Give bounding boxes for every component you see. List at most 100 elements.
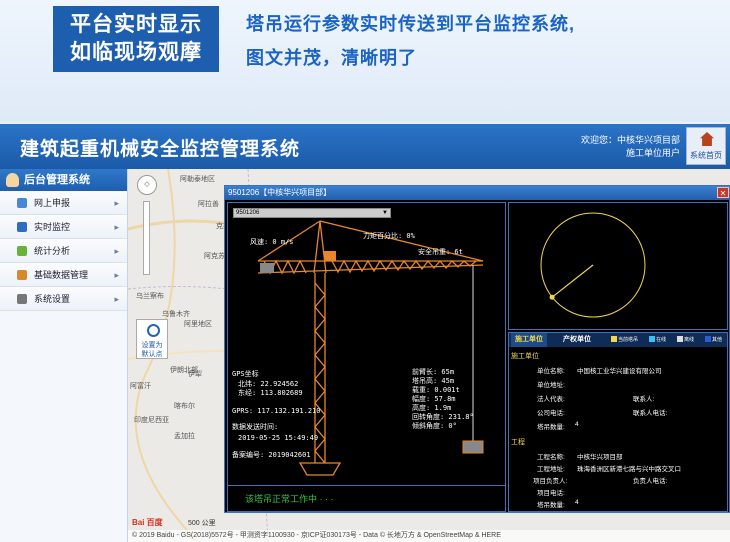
home-icon — [700, 132, 714, 146]
send-time-label: 数据发送时间: — [232, 423, 279, 431]
map-label: 喀布尔 — [174, 403, 195, 410]
gear-icon — [17, 294, 27, 304]
unit-name: 中国核工业华兴建设有限公司 — [577, 368, 662, 375]
set-default-label: 设置为 默认点 — [141, 342, 163, 358]
safe-load: 安全吊重: 6t — [418, 248, 463, 256]
tilt-angle: 倾斜角度: 0° — [412, 422, 457, 430]
sidebar-item-label: 系统设置 — [34, 294, 71, 304]
sidebar-item-0[interactable]: 网上申报 ▸ — [0, 191, 127, 215]
crane-count2-label: 塔吊数量: — [537, 502, 565, 509]
crane-count: 4 — [575, 421, 579, 428]
crane-visual-pane: 9501206 ▼ 风速: 0 m/s 力矩百分比: 0% 安全吊重: 6t G… — [227, 202, 506, 512]
tab-construction[interactable]: 施工单位 — [511, 333, 547, 347]
map-scale: 500 公里 — [188, 520, 216, 527]
project-lead-label: 项目负责人: — [533, 478, 568, 485]
promo-banner: 平台实时显示 如临现场观摩 塔吊运行参数实时传送到平台监控系统, 图文并茂，清晰… — [0, 0, 730, 122]
map-label: 阿勒泰地区 — [180, 176, 215, 183]
database-icon — [17, 270, 27, 280]
map-label: 孟加拉 — [174, 433, 195, 440]
project-address-label: 工程地址: — [537, 466, 565, 473]
promo-highlight-box: 平台实时显示 如临现场观摩 — [53, 6, 219, 72]
app-titlebar: 建筑起重机械安全监控管理系统 欢迎您：中核华兴项目部 施工单位用户 系统首页 — [0, 124, 730, 169]
sidebar-item-3[interactable]: 基础数据管理 ▸ — [0, 263, 127, 287]
chevron-right-icon: ▸ — [114, 222, 119, 232]
radar-display — [540, 212, 646, 318]
app-window: 建筑起重机械安全监控管理系统 欢迎您：中核华兴项目部 施工单位用户 系统首页 后… — [0, 124, 730, 542]
record-number: 备案编号: 2019042601 — [232, 451, 311, 459]
company-phone-label: 公司电话: — [537, 410, 565, 417]
target-icon — [147, 324, 160, 337]
dialog-titlebar: 9501206【中核华兴项目部】 ✕ — [225, 186, 730, 200]
info-pane: 施工单位 产权单位 当前塔吊 在线 离线 其他 施工单位 单位名称: 中国核工业华兴建… — [508, 332, 728, 512]
section-construction: 施工单位 — [511, 353, 539, 360]
crane-monitor-dialog: 9501206【中核华兴项目部】 ✕ 9501206 ▼ 风速: 0 m/s 力… — [224, 185, 730, 513]
welcome-text: 欢迎您：中核华兴项目部 — [580, 135, 680, 145]
map-label: 阿富汗 — [130, 383, 151, 390]
home-button[interactable]: 系统首页 — [686, 127, 726, 165]
dialog-title: 9501206【中核华兴项目部】 — [228, 188, 332, 197]
legend-item: 当前塔吊 — [611, 336, 638, 344]
radar-pane — [508, 202, 728, 330]
legend-swatch — [611, 336, 617, 342]
map-label: 阿里地区 — [184, 321, 212, 328]
sidebar-header: 后台管理系统 — [0, 169, 127, 191]
sidebar-item-label: 基础数据管理 — [34, 270, 89, 280]
gps-lon: 东经: 113.802689 — [238, 389, 303, 397]
legend-label: 离线 — [684, 337, 695, 343]
legend-swatch — [677, 336, 683, 342]
crane-count2: 4 — [575, 499, 579, 506]
chevron-right-icon: ▸ — [114, 246, 119, 256]
chart-icon — [17, 246, 27, 256]
map-label: 伊朗北部 — [170, 367, 198, 374]
chevron-right-icon: ▸ — [114, 294, 119, 304]
legend-swatch — [649, 336, 655, 342]
app-title: 建筑起重机械安全监控管理系统 — [20, 139, 301, 160]
legend-item: 其他 — [705, 336, 722, 344]
baidu-logo: Bai 百度 — [132, 518, 163, 527]
map-pan-control[interactable]: ◇ — [137, 175, 157, 195]
promo-box-line2: 如临现场观摩 — [70, 41, 202, 64]
crane-status: 该塔吊正常工作中 · · · — [228, 485, 505, 511]
tab-property[interactable]: 产权单位 — [559, 333, 595, 347]
user-info: 欢迎您：中核华兴项目部 施工单位用户 — [581, 134, 680, 160]
monitor-icon — [17, 222, 27, 232]
gprs-ip: GPRS: 117.132.191.210 — [232, 407, 321, 415]
map-label: 印度尼西亚 — [134, 417, 169, 424]
home-label: 系统首页 — [690, 151, 722, 160]
radar-tip — [549, 294, 555, 300]
map-label: 阿克苏 — [204, 253, 225, 260]
sidebar-item-label: 统计分析 — [34, 246, 71, 256]
sidebar-item-1[interactable]: 实时监控 ▸ — [0, 215, 127, 239]
radar-arm — [551, 264, 594, 298]
promo-line1: 塔吊运行参数实时传送到平台监控系统, — [246, 14, 575, 34]
legend-swatch — [705, 336, 711, 342]
document-icon — [17, 198, 27, 208]
sidebar-item-label: 网上申报 — [34, 198, 71, 208]
crane-count-label: 塔吊数量: — [537, 424, 565, 431]
wind-speed: 风速: 0 m/s — [250, 238, 294, 246]
legal-rep-label: 法人代表: — [537, 396, 565, 403]
unit-address-label: 单位地址: — [537, 382, 565, 389]
section-project: 工程 — [511, 439, 525, 446]
user-role: 施工单位用户 — [625, 148, 680, 158]
unit-name-label: 单位名称: — [537, 368, 565, 375]
sidebar-item-4[interactable]: 系统设置 ▸ — [0, 287, 127, 311]
close-button[interactable]: ✕ — [717, 187, 729, 198]
info-tabs: 施工单位 产权单位 当前塔吊 在线 离线 其他 — [509, 333, 727, 347]
chevron-right-icon: ▸ — [114, 198, 119, 208]
legend-item: 在线 — [649, 336, 666, 344]
legend-item: 离线 — [677, 336, 694, 344]
gps-title: GPS坐标 — [232, 370, 259, 378]
project-name: 中核华兴项目部 — [577, 454, 623, 461]
map-label: 阿拉善 — [198, 201, 219, 208]
legend-label: 当前塔吊 — [618, 337, 639, 343]
lead-phone-label: 负责人电话: — [633, 478, 668, 485]
chevron-right-icon: ▸ — [114, 270, 119, 280]
sidebar-header-label: 后台管理系统 — [24, 174, 90, 186]
contact-label: 联系人: — [633, 396, 655, 403]
sidebar-item-label: 实时监控 — [34, 222, 71, 232]
map-label: 乌兰察布 — [136, 293, 164, 300]
set-default-point-button[interactable]: 设置为 默认点 — [136, 319, 168, 359]
sidebar-item-2[interactable]: 统计分析 ▸ — [0, 239, 127, 263]
map-zoom-slider[interactable] — [143, 201, 150, 275]
